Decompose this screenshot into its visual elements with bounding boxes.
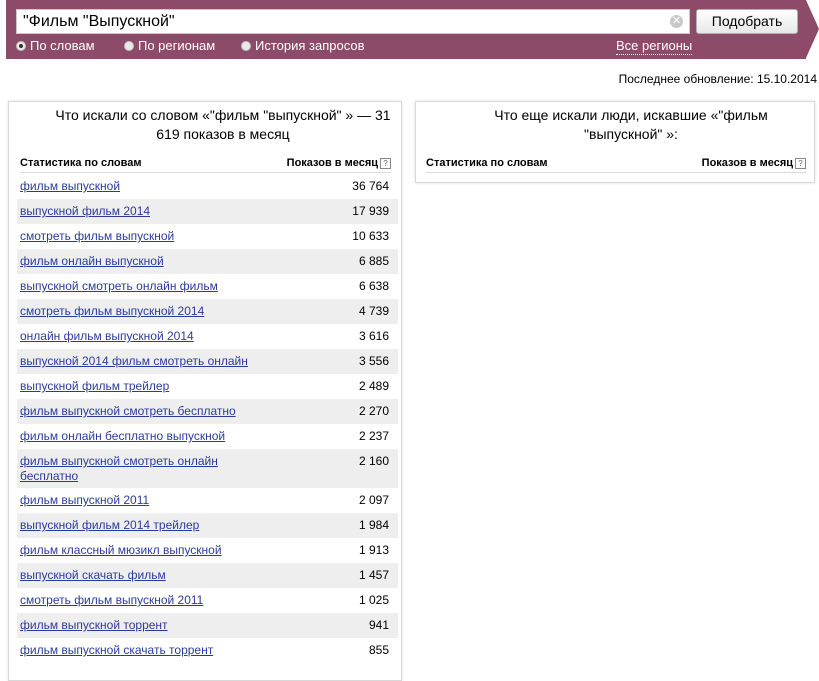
col-word-header: Статистика по словам [426,157,548,169]
impressions-count: 17 939 [352,204,389,218]
help-icon[interactable]: ? [795,158,806,169]
impressions-count: 10 633 [352,229,389,243]
phrase-link[interactable]: выпускной смотреть онлайн фильм [20,279,270,294]
table-row: фильм выпускной смотреть бесплатно 2 270 [17,399,398,424]
impressions-count: 2 270 [358,404,389,418]
table-row: фильм классный мюзикл выпускной 1 913 [17,538,398,563]
phrase-link[interactable]: выпускной 2014 фильм смотреть онлайн [20,354,270,369]
col-count-label: Показов в месяц [701,157,793,169]
phrase-link[interactable]: фильм классный мюзикл выпускной [20,543,270,558]
phrase-link[interactable]: фильм выпускной смотреть онлайн бесплатн… [20,454,270,484]
impressions-count: 941 [368,618,389,632]
mode-regions-radio[interactable]: По регионам [124,38,215,54]
radio-icon [241,41,251,51]
table-row: фильм выпускной 36 764 [17,174,398,199]
table-row: выпускной фильм 2014 трейлер 1 984 [17,513,398,538]
search-bar: ✕ Подобрать По словам По регионам Истори… [6,0,806,59]
table-row: выпускной 2014 фильм смотреть онлайн 3 55… [17,349,398,374]
table-row: выпускной фильм трейлер 2 489 [17,374,398,399]
mode-history-label: История запросов [255,38,365,53]
phrase-link[interactable]: фильм выпускной торрент [20,618,270,633]
impressions-count: 6 885 [358,254,389,268]
table-row: смотреть фильм выпускной 2014 4 739 [17,299,398,324]
last-update: Последнее обновление: 15.10.2014 [618,72,817,86]
phrase-link[interactable]: фильм онлайн бесплатно выпускной [20,429,270,444]
radio-checked-icon [16,41,26,51]
mode-words-label: По словам [30,38,95,53]
mode-words-radio[interactable]: По словам [16,38,95,54]
related-queries-header: Статистика по словам Показов в месяц? [426,154,806,173]
impressions-count: 1 984 [358,518,389,532]
col-count-label: Показов в месяц [286,157,378,169]
search-input[interactable] [17,10,669,33]
table-row: фильм онлайн бесплатно выпускной 2 237 [17,424,398,449]
word-stats-table: фильм выпускной 36 764 выпускной фильм 201… [17,174,398,663]
phrase-link[interactable]: фильм онлайн выпускной [20,254,270,269]
table-row: выпускной скачать фильм 1 457 [17,563,398,588]
mode-history-radio[interactable]: История запросов [241,38,365,54]
search-bar-arrow [806,0,819,58]
impressions-count: 2 237 [358,429,389,443]
search-field[interactable]: ✕ [16,9,690,34]
word-stats-title: Что искали со словом «"фильм "выпускной"… [55,107,391,142]
col-word-header: Статистика по словам [20,157,142,169]
table-row: фильм выпускной 2011 2 097 [17,488,398,513]
impressions-count: 855 [368,643,389,657]
help-icon[interactable]: ? [380,158,391,169]
impressions-count: 1 913 [358,543,389,557]
table-row: фильм выпускной смотреть онлайн бесплатн… [17,449,398,488]
table-row: фильм выпускной торрент 941 [17,613,398,638]
all-regions-link[interactable]: Все регионы [616,38,693,55]
submit-button[interactable]: Подобрать [696,9,798,34]
phrase-link[interactable]: фильм выпускной 2011 [20,493,270,508]
table-row: выпускной фильм 2014 17 939 [17,199,398,224]
phrase-link[interactable]: онлайн фильм выпускной 2014 [20,329,270,344]
mode-regions-label: По регионам [138,38,216,53]
impressions-count: 6 638 [358,279,389,293]
phrase-link[interactable]: выпускной фильм трейлер [20,379,270,394]
impressions-count: 3 556 [358,354,389,368]
impressions-count: 2 097 [358,493,389,507]
related-queries-panel: Что еще искали люди, искавшие «"фильм "в… [415,101,815,183]
table-row: смотреть фильм выпускной 2011 1 025 [17,588,398,613]
phrase-link[interactable]: фильм выпускной [20,179,270,194]
impressions-count: 1 457 [358,568,389,582]
phrase-link[interactable]: фильм выпускной смотреть бесплатно [20,404,270,419]
phrase-link[interactable]: фильм выпускной скачать торрент [20,643,270,658]
phrase-link[interactable]: смотреть фильм выпускной [20,229,270,244]
table-row: смотреть фильм выпускной 10 633 [17,224,398,249]
impressions-count: 3 616 [358,329,389,343]
impressions-count: 4 739 [358,304,389,318]
impressions-count: 36 764 [352,179,389,193]
col-count-header: Показов в месяц? [287,157,391,169]
impressions-count: 1 025 [358,593,389,607]
table-row: фильм выпускной скачать торрент 855 [17,638,398,663]
phrase-link[interactable]: смотреть фильм выпускной 2011 [20,593,270,608]
col-count-header: Показов в месяц? [702,157,806,169]
phrase-link[interactable]: выпускной фильм 2014 [20,204,270,219]
table-row: выпускной смотреть онлайн фильм 6 638 [17,274,398,299]
phrase-link[interactable]: выпускной фильм 2014 трейлер [20,518,270,533]
table-row: онлайн фильм выпускной 2014 3 616 [17,324,398,349]
phrase-link[interactable]: выпускной скачать фильм [20,568,270,583]
related-queries-title: Что еще искали люди, искавшие «"фильм "в… [494,107,768,142]
impressions-count: 2 160 [358,454,389,468]
phrase-link[interactable]: смотреть фильм выпускной 2014 [20,304,270,319]
clear-icon[interactable]: ✕ [670,15,683,28]
word-stats-panel: Что искали со словом «"фильм "выпускной"… [8,101,402,681]
table-row: фильм онлайн выпускной 6 885 [17,249,398,274]
radio-icon [124,41,134,51]
impressions-count: 2 489 [358,379,389,393]
word-stats-header: Статистика по словам Показов в месяц? [20,154,391,173]
